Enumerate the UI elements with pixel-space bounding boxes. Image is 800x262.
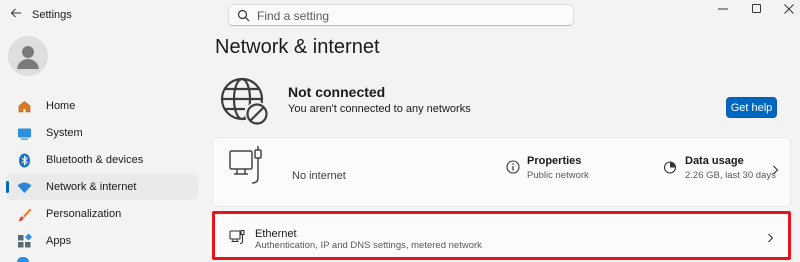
maximize-button[interactable] xyxy=(739,0,775,18)
minimize-button[interactable] xyxy=(705,0,741,18)
sidebar-item-label: Network & internet xyxy=(46,181,137,193)
maximize-icon xyxy=(752,4,761,13)
system-icon xyxy=(16,125,32,141)
close-button[interactable] xyxy=(771,0,800,18)
sidebar-item-home[interactable]: Home xyxy=(6,93,198,119)
data-usage-title: Data usage xyxy=(685,155,744,167)
sidebar-item-label: Apps xyxy=(46,235,72,247)
connection-text: No internet xyxy=(292,170,346,182)
active-indicator xyxy=(6,181,9,193)
brush-icon xyxy=(16,206,32,222)
avatar[interactable] xyxy=(8,36,48,76)
ethernet-title: Ethernet xyxy=(255,228,297,240)
ethernet-subtitle: Authentication, IP and DNS settings, met… xyxy=(255,240,482,251)
app-title: Settings xyxy=(32,9,72,21)
data-usage-subtitle: 2.26 GB, last 30 days xyxy=(685,170,776,181)
pie-chart-icon xyxy=(663,161,677,174)
user-icon xyxy=(17,46,39,69)
chevron-right-icon xyxy=(773,165,779,175)
search-placeholder: Find a setting xyxy=(257,9,330,23)
properties-link[interactable]: Properties Public network xyxy=(502,152,632,184)
ethernet-computer-icon xyxy=(229,146,265,186)
sidebar-item-label: Personalization xyxy=(46,208,122,220)
sidebar-item-label: Home xyxy=(46,100,76,112)
sidebar-item-label: Bluetooth & devices xyxy=(46,154,144,166)
next-item-icon xyxy=(17,257,29,262)
sidebar-item-bluetooth[interactable]: Bluetooth & devices xyxy=(6,147,198,173)
sidebar-item-network[interactable]: Network & internet xyxy=(6,174,198,200)
back-arrow-icon xyxy=(10,8,21,18)
globe-disconnected-icon xyxy=(219,76,273,130)
back-button[interactable] xyxy=(8,7,24,23)
wifi-icon xyxy=(16,179,32,195)
get-help-button[interactable]: Get help xyxy=(726,97,777,118)
home-icon xyxy=(16,98,32,114)
apps-icon xyxy=(16,233,32,249)
ethernet-row[interactable] xyxy=(212,211,791,260)
properties-title: Properties xyxy=(527,155,582,167)
sidebar-item-system[interactable]: System xyxy=(6,120,198,146)
minimize-icon xyxy=(718,8,728,10)
connection-status-title: Not connected xyxy=(288,84,386,100)
data-usage-link[interactable]: Data usage 2.26 GB, last 30 days xyxy=(659,152,791,184)
search-icon xyxy=(237,9,250,22)
close-icon xyxy=(784,4,794,14)
connection-status-subtitle: You aren't connected to any networks xyxy=(288,103,471,115)
chevron-right-icon xyxy=(768,233,774,243)
search-input[interactable]: Find a setting xyxy=(228,4,574,26)
sidebar-item-apps[interactable]: Apps xyxy=(6,228,198,254)
info-icon xyxy=(506,160,520,174)
bluetooth-icon xyxy=(16,152,32,168)
ethernet-icon xyxy=(229,229,245,245)
page-title: Network & internet xyxy=(215,36,380,58)
properties-subtitle: Public network xyxy=(527,170,589,181)
sidebar-item-label: System xyxy=(46,127,83,139)
sidebar-item-personalization[interactable]: Personalization xyxy=(6,201,198,227)
